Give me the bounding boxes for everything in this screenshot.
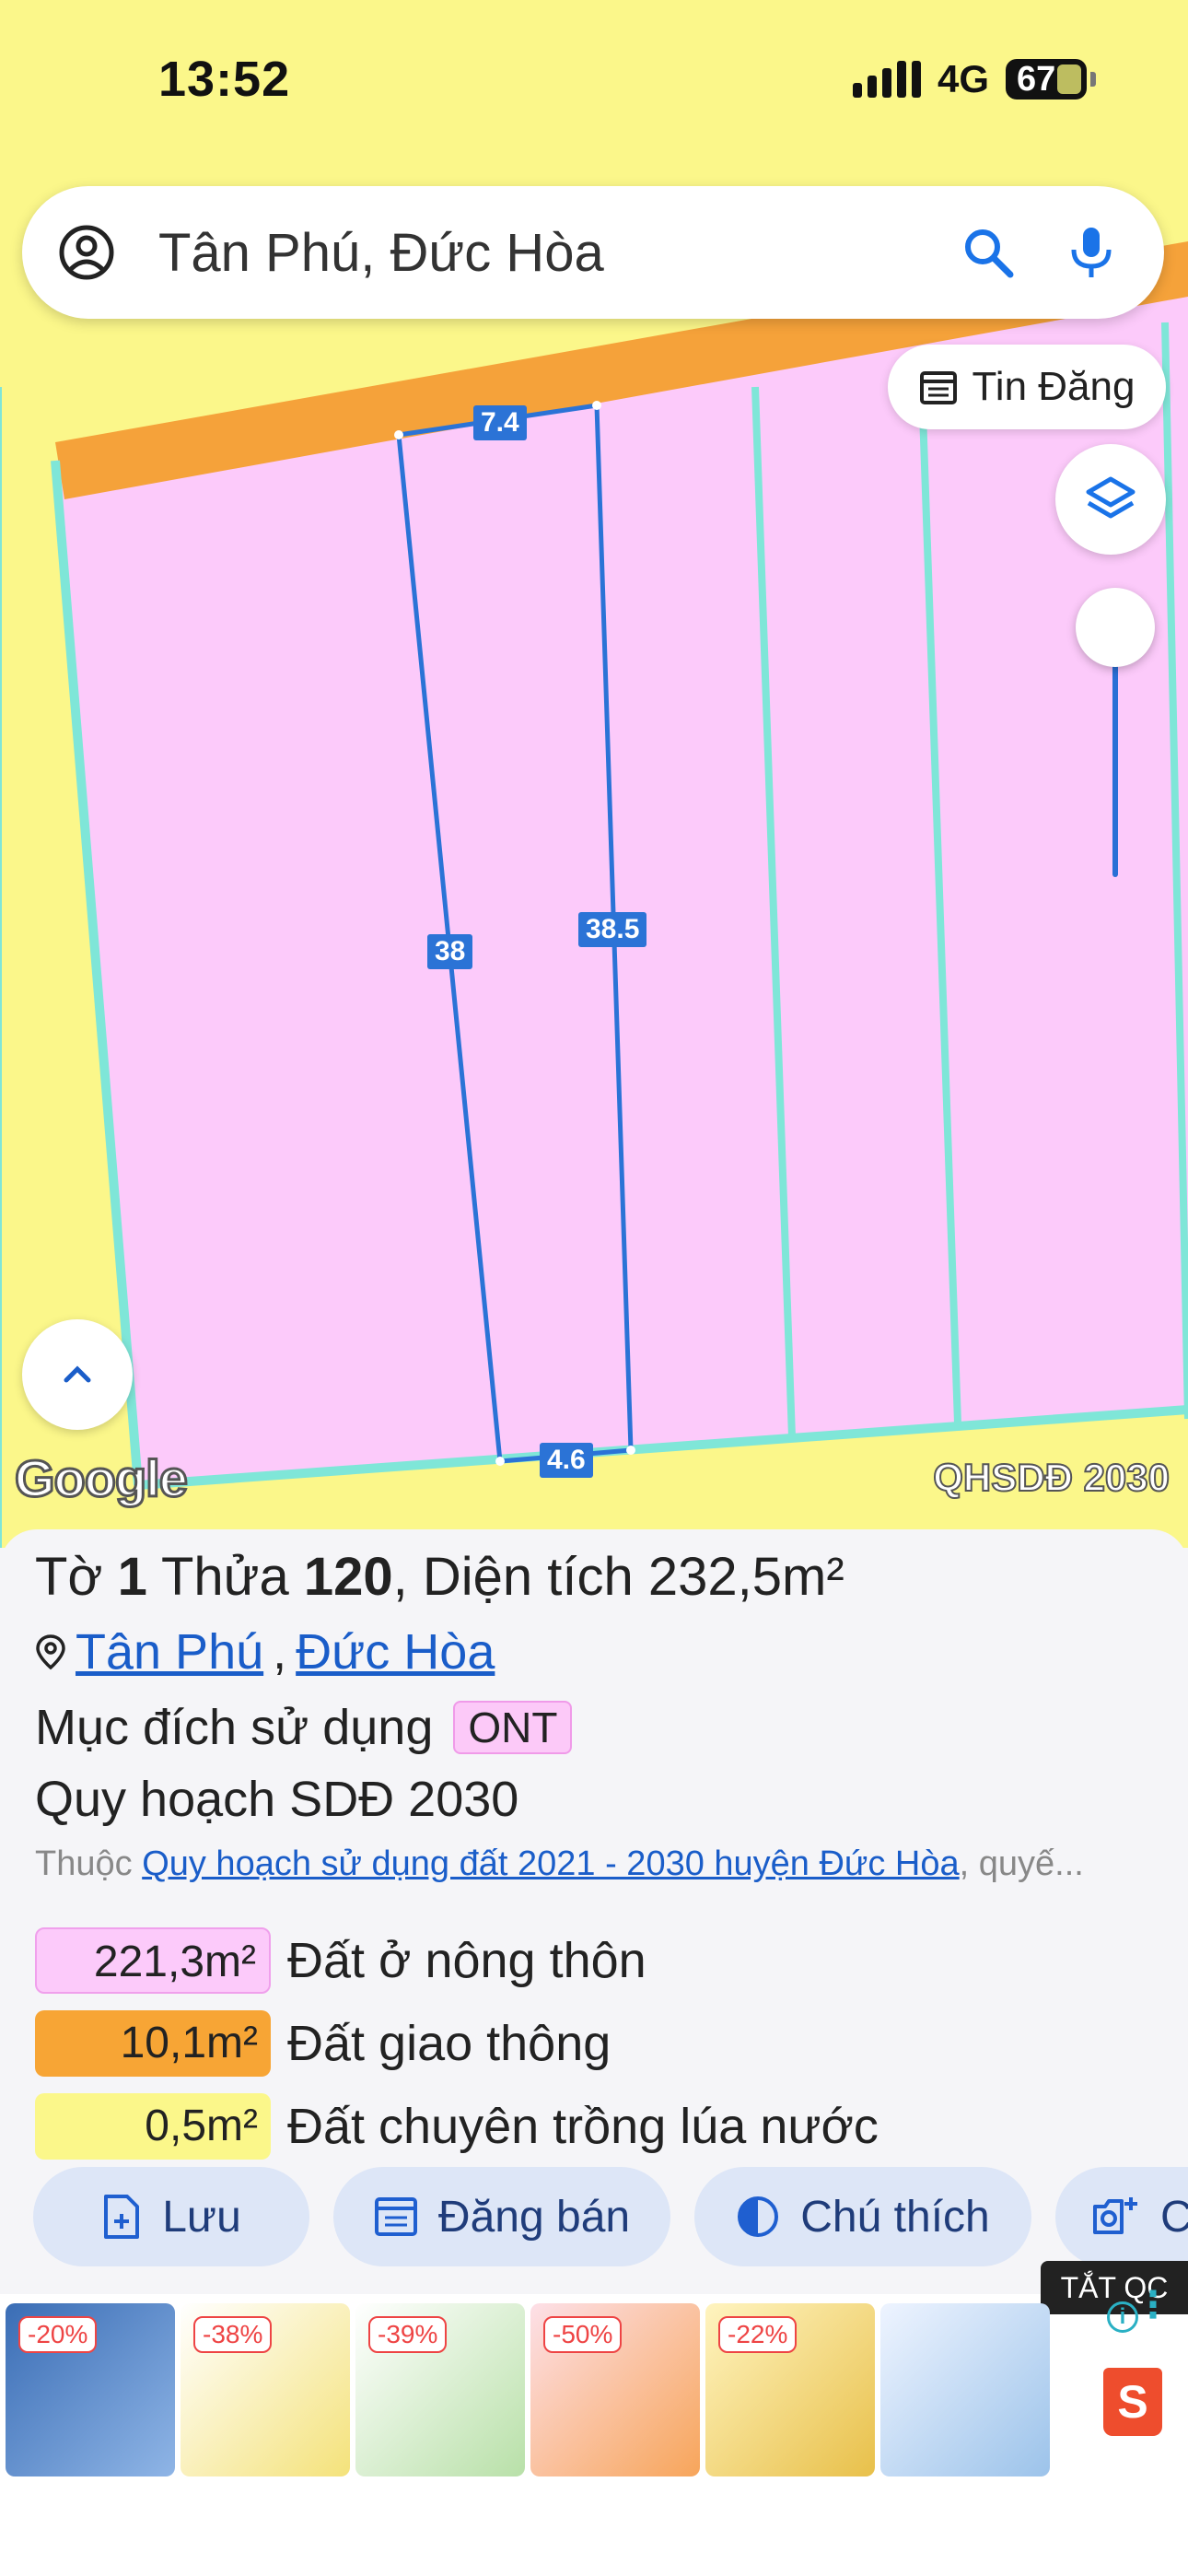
battery-icon: 67 — [1006, 59, 1096, 100]
status-indicators: 4G 67 — [852, 57, 1096, 101]
camera-add-icon — [1093, 2197, 1137, 2234]
discount-badge: -50% — [543, 2316, 623, 2353]
search-icon[interactable] — [960, 224, 1017, 281]
network-label: 4G — [937, 57, 989, 100]
save-button[interactable]: Lưu — [33, 2167, 309, 2266]
dimension-right: 38.5 — [578, 912, 647, 947]
land-use-row: 10,1m² Đất giao thông — [35, 2010, 611, 2077]
save-button-label: Lưu — [162, 2192, 241, 2242]
land-use-area: 10,1m² — [35, 2010, 271, 2077]
area-label: Diện tích — [422, 1547, 634, 1607]
layers-icon — [1086, 476, 1136, 519]
location-pin-icon — [36, 1634, 65, 1670]
google-logo: Google — [14, 1448, 190, 1509]
ad-item[interactable]: -20% — [6, 2303, 175, 2476]
legend-button-label: Chú thích — [800, 2192, 990, 2242]
commune-link[interactable]: Tân Phú — [76, 1623, 263, 1680]
plan-title: Quy hoạch SDĐ 2030 — [35, 1772, 519, 1827]
listings-chip-label: Tin Đăng — [972, 364, 1136, 409]
land-use-row: 0,5m² Đất chuyên trồng lúa nước — [35, 2093, 879, 2160]
land-use-area: 0,5m² — [35, 2093, 271, 2160]
layers-button[interactable] — [1055, 444, 1166, 555]
sheet-number: 1 — [117, 1547, 147, 1607]
ad-item[interactable]: -50% — [530, 2303, 700, 2476]
legend-button[interactable]: Chú thích — [694, 2167, 1031, 2266]
post-sale-label: Đăng bán — [437, 2192, 631, 2242]
map-layer-label: QHSDĐ 2030 — [932, 1455, 1171, 1500]
parcel-title: Tờ 1 Thửa 120, Diện tích 232,5m² — [35, 1547, 844, 1607]
camera-button-label: C — [1160, 2192, 1188, 2242]
chevron-up-icon — [64, 1365, 91, 1383]
calendar-list-icon — [919, 371, 957, 404]
ad-item[interactable]: -22% — [705, 2303, 875, 2476]
source-suffix: , quyế... — [959, 1844, 1084, 1883]
plan-source-link[interactable]: Quy hoạch sử dụng đất 2021 - 2030 huyện … — [142, 1844, 959, 1883]
district-link[interactable]: Đức Hòa — [296, 1623, 495, 1680]
account-icon[interactable] — [57, 223, 116, 282]
land-use-name: Đất chuyên trồng lúa nước — [287, 2099, 879, 2154]
dimension-top: 7.4 — [473, 405, 527, 440]
plot-label: Thửa — [160, 1547, 289, 1607]
sheet-label: Tờ — [35, 1547, 103, 1607]
search-bar[interactable]: Tân Phú, Đức Hòa — [22, 186, 1164, 319]
ad-item[interactable]: -38% — [181, 2303, 350, 2476]
shopee-icon[interactable]: S — [1103, 2368, 1162, 2436]
ad-info-icon[interactable]: i — [1107, 2301, 1138, 2333]
land-use-name: Đất ở nông thôn — [287, 1933, 646, 1988]
ad-item[interactable] — [880, 2303, 1050, 2476]
discount-badge: -22% — [718, 2316, 798, 2353]
post-sale-button[interactable]: Đăng bán — [333, 2167, 670, 2266]
parcel-info-panel: Tờ 1 Thửa 120, Diện tích 232,5m² Tân Phú… — [0, 1529, 1188, 2303]
discount-badge: -39% — [368, 2316, 448, 2353]
expand-panel-button[interactable] — [22, 1319, 133, 1430]
land-use-name: Đất giao thông — [287, 2016, 611, 2071]
discount-badge: -20% — [18, 2316, 98, 2353]
purpose-label: Mục đích sử dụng — [35, 1700, 434, 1755]
camera-button[interactable]: C — [1055, 2167, 1188, 2266]
file-add-icon — [104, 2195, 140, 2239]
signal-icon — [852, 61, 921, 98]
microphone-icon[interactable] — [1063, 224, 1120, 281]
dimension-bottom: 4.6 — [540, 1443, 593, 1478]
land-purpose: Mục đích sử dụng ONT — [35, 1699, 573, 1756]
land-use-area: 221,3m² — [35, 1927, 271, 1994]
discount-badge: -38% — [193, 2316, 273, 2353]
listings-chip[interactable]: Tin Đăng — [888, 345, 1166, 429]
dimension-left: 38 — [427, 934, 473, 969]
more-options-icon[interactable]: ⋮ — [1135, 2287, 1171, 2324]
calendar-list-icon — [374, 2197, 417, 2236]
search-query[interactable]: Tân Phú, Đức Hòa — [158, 222, 960, 284]
battery-level: 67 — [1017, 59, 1056, 99]
opacity-slider-knob[interactable] — [1076, 588, 1155, 667]
area-value: 232,5m² — [647, 1547, 844, 1607]
source-prefix: Thuộc — [35, 1844, 133, 1883]
map-view[interactable]: 7.4 38 38.5 4.6 13:52 4G 67 Tân Phú, Đức… — [0, 0, 1188, 1548]
plot-number: 120 — [303, 1547, 393, 1607]
plan-source: Thuộc Quy hoạch sử dụng đất 2021 - 2030 … — [35, 1844, 1177, 1884]
status-time: 13:52 — [158, 52, 291, 107]
contrast-icon — [738, 2196, 779, 2237]
purpose-code-badge: ONT — [453, 1701, 573, 1754]
parcel-location: Tân Phú, Đức Hòa — [35, 1623, 495, 1680]
ad-item[interactable]: -39% — [355, 2303, 525, 2476]
ad-banner[interactable]: TẮT QC -20% -38% -39% -50% -22% i ⋮ S — [0, 2261, 1188, 2576]
land-use-row: 221,3m² Đất ở nông thôn — [35, 1927, 646, 1994]
action-bar: Lưu Đăng bán Chú thích C — [33, 2167, 1188, 2266]
